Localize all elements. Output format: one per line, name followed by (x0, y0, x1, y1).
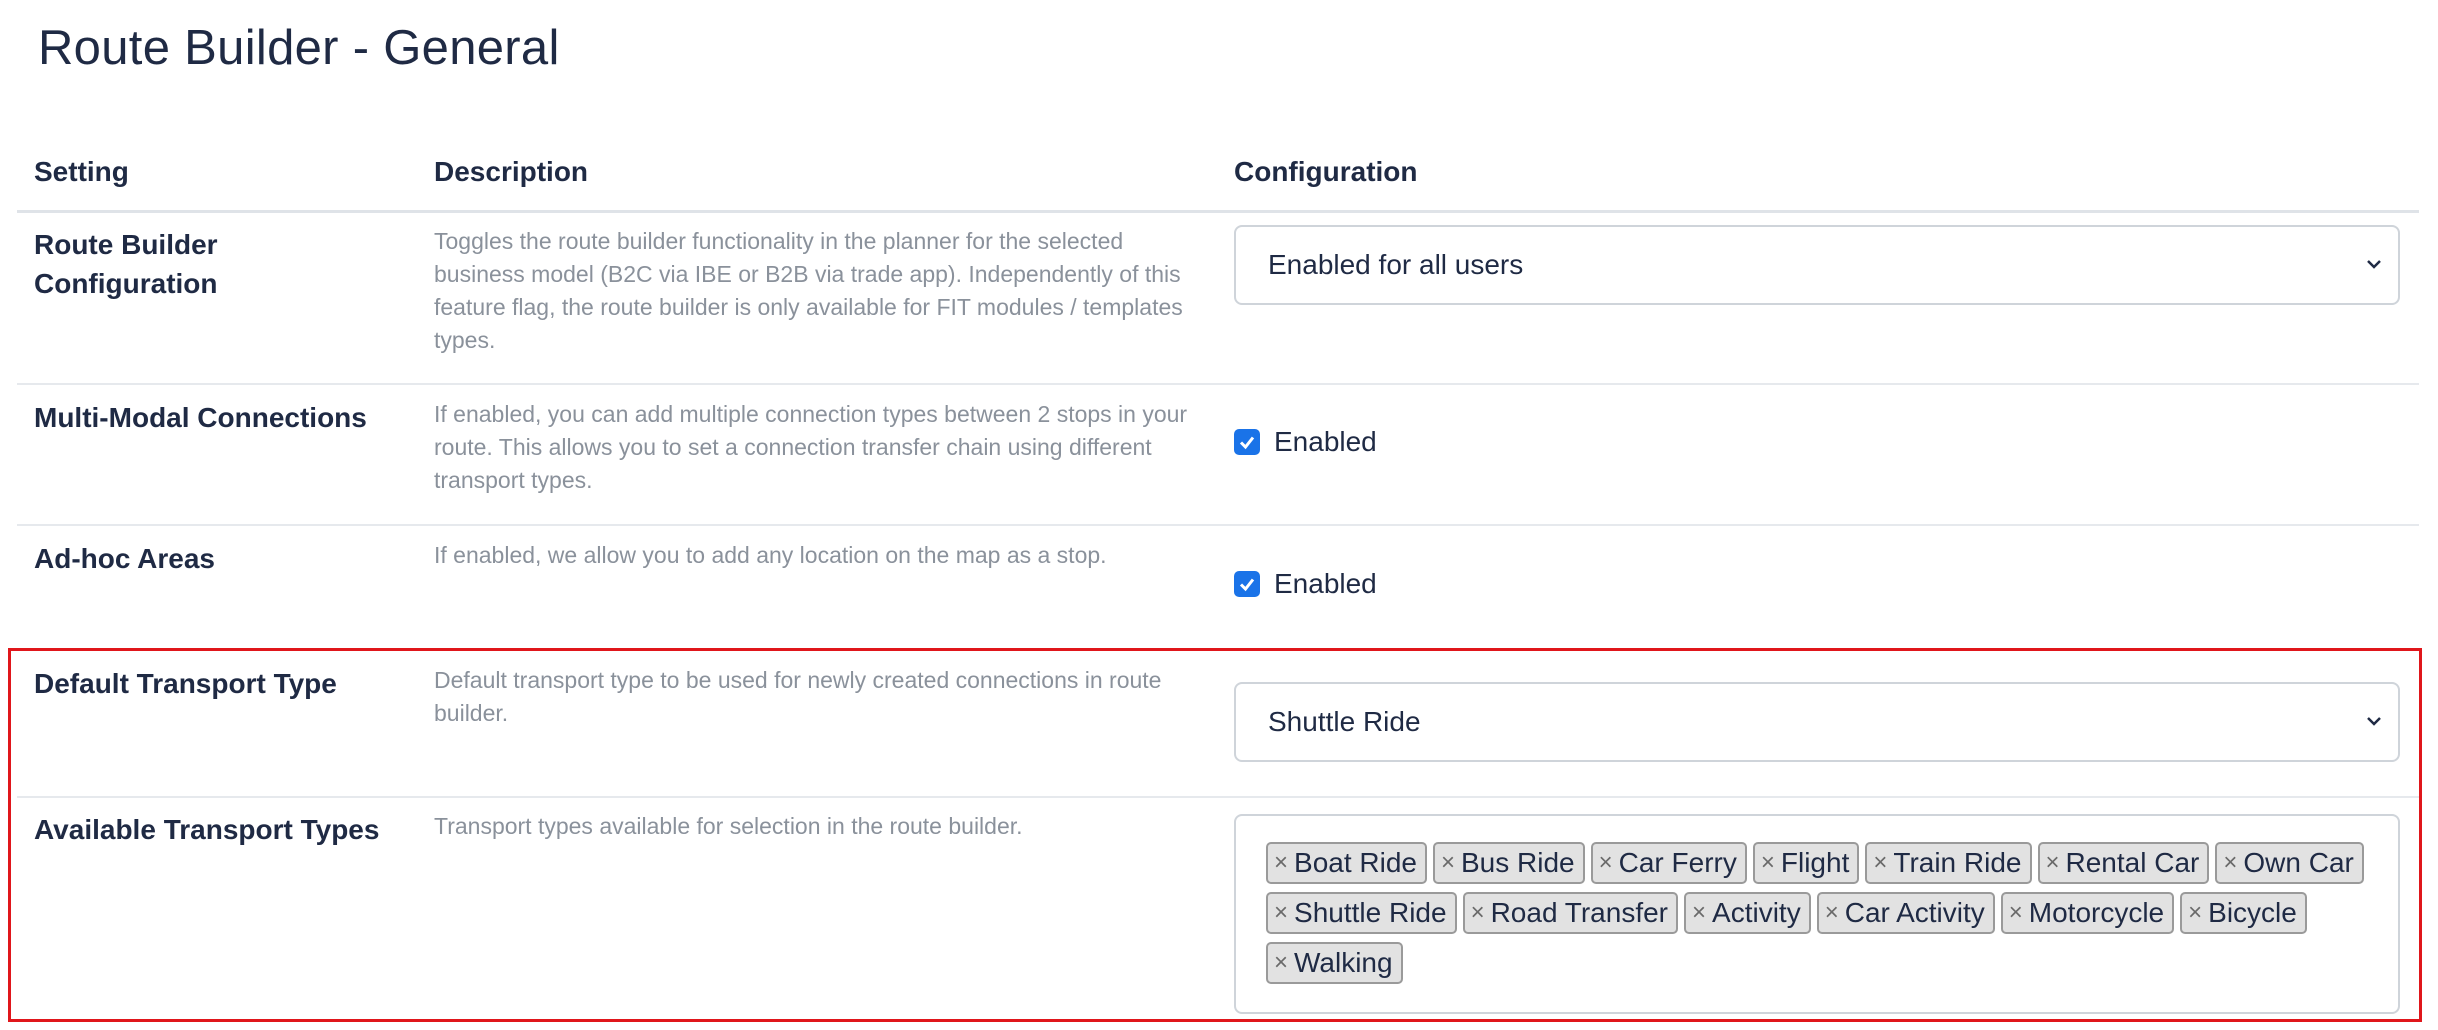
tag-label: Train Ride (1893, 847, 2022, 878)
tag-label: Car Activity (1844, 897, 1985, 928)
transport-type-tag: × Road Transfer (1462, 892, 1678, 934)
tag-label: Road Transfer (1490, 897, 1668, 928)
setting-label: Multi-Modal Connections (34, 402, 367, 433)
remove-tag-icon[interactable]: × (1274, 949, 1288, 977)
remove-tag-icon[interactable]: × (1761, 849, 1775, 877)
tag-list: × Boat Ride × Bus Ride × Car Ferry × Flight × Tra… (1266, 842, 2366, 984)
tag-label: Bicycle (2208, 897, 2297, 928)
transport-type-tag: × Walking (1266, 942, 1403, 984)
checkbox[interactable] (1234, 571, 1260, 597)
tag-label: Rental Car (2065, 847, 2200, 878)
remove-tag-icon[interactable]: × (2009, 899, 2023, 927)
setting-description: Transport types available for selection … (434, 813, 1023, 839)
tag-label: Activity (1712, 897, 1801, 928)
transport-type-tag: × Shuttle Ride (1266, 892, 1457, 934)
setting-description: Toggles the route builder functionality … (434, 228, 1183, 353)
setting-label: Route Builder Configuration (34, 229, 218, 299)
transport-type-tag: × Bicycle (2180, 892, 2307, 934)
transport-type-tag: × Bus Ride (1432, 842, 1585, 884)
remove-tag-icon[interactable]: × (1441, 849, 1455, 877)
select-value: Shuttle Ride (1268, 706, 1421, 737)
remove-tag-icon[interactable]: × (1825, 899, 1839, 927)
available-transport-types-multiselect[interactable]: × Boat Ride × Bus Ride × Car Ferry × Flight × Tra… (1234, 814, 2400, 1014)
transport-type-tag: × Rental Car (2037, 842, 2210, 884)
transport-type-tag: × Flight (1752, 842, 1860, 884)
ad-hoc-areas-checkbox[interactable]: Enabled (1234, 568, 1377, 600)
remove-tag-icon[interactable]: × (1471, 899, 1485, 927)
table-row-multi-modal-connections: Multi-Modal Connections If enabled, you … (17, 385, 2419, 526)
remove-tag-icon[interactable]: × (1692, 899, 1706, 927)
tag-label: Boat Ride (1294, 847, 1417, 878)
transport-type-tag: × Train Ride (1865, 842, 2032, 884)
chevron-down-icon (2367, 260, 2381, 269)
setting-label: Available Transport Types (34, 814, 380, 845)
transport-type-tag: × Boat Ride (1266, 842, 1427, 884)
chevron-down-icon (2367, 717, 2381, 726)
setting-description: Default transport type to be used for ne… (434, 667, 1162, 726)
checkbox-label[interactable]: Enabled (1274, 568, 1377, 600)
remove-tag-icon[interactable]: × (2188, 899, 2202, 927)
check-icon (1239, 436, 1255, 450)
header-description: Description (434, 156, 589, 187)
transport-type-tag: × Car Ferry (1590, 842, 1747, 884)
remove-tag-icon[interactable]: × (1599, 849, 1613, 877)
table-row-available-transport-types: Available Transport Types Transport type… (17, 798, 2419, 1018)
tag-label: Walking (1294, 947, 1393, 978)
tag-label: Motorcycle (2028, 897, 2165, 928)
default-transport-type-select[interactable]: Shuttle Ride (1234, 682, 2400, 762)
page-title: Route Builder - General (38, 21, 560, 75)
remove-tag-icon[interactable]: × (1274, 849, 1288, 877)
table-header: Setting Description Configuration (17, 140, 2419, 213)
setting-label: Default Transport Type (34, 668, 337, 699)
tag-label: Shuttle Ride (1294, 897, 1447, 928)
transport-type-tag: × Motorcycle (2000, 892, 2175, 934)
multi-modal-connections-checkbox[interactable]: Enabled (1234, 426, 1377, 458)
tag-label: Car Ferry (1618, 847, 1737, 878)
tag-label: Bus Ride (1461, 847, 1575, 878)
table-row-default-transport-type: Default Transport Type Default transport… (17, 652, 2419, 798)
transport-type-tag: × Car Activity (1816, 892, 1995, 934)
tag-label: Flight (1780, 847, 1850, 878)
setting-label: Ad-hoc Areas (34, 543, 216, 574)
remove-tag-icon[interactable]: × (2223, 849, 2237, 877)
header-setting: Setting (34, 156, 129, 187)
header-configuration: Configuration (1234, 156, 1418, 187)
setting-description: If enabled, you can add multiple connect… (434, 401, 1188, 493)
tag-label: Own Car (2243, 847, 2354, 878)
setting-description: If enabled, we allow you to add any loca… (434, 542, 1107, 568)
checkbox[interactable] (1234, 429, 1260, 455)
table-row-route-builder-configuration: Route Builder Configuration Toggles the … (17, 212, 2419, 385)
checkbox-label[interactable]: Enabled (1274, 426, 1377, 458)
remove-tag-icon[interactable]: × (1873, 849, 1887, 877)
select-value: Enabled for all users (1268, 249, 1524, 280)
check-icon (1239, 578, 1255, 592)
remove-tag-icon[interactable]: × (1274, 899, 1288, 927)
remove-tag-icon[interactable]: × (2046, 849, 2060, 877)
transport-type-tag: × Own Car (2215, 842, 2364, 884)
transport-type-tag: × Activity (1684, 892, 1811, 934)
route-builder-configuration-select[interactable]: Enabled for all users (1234, 225, 2400, 305)
